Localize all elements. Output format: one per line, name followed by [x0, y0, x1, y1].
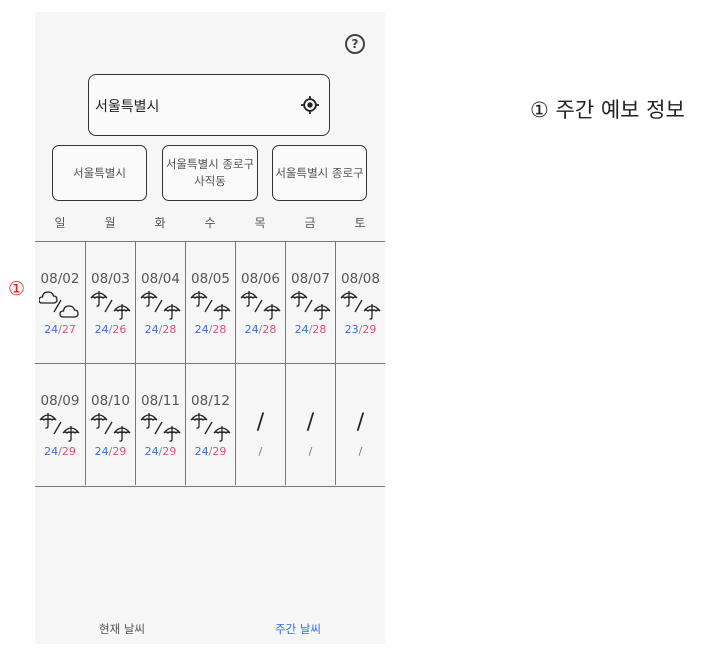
high-temp: 28: [312, 323, 327, 336]
forecast-day-cell: 08/04 24/28: [135, 242, 185, 363]
forecast-week-row: 08/09 24/29 08/10 24/29 08/11 24/29 08/12 24/29…: [35, 364, 385, 485]
forecast-temps: 24/28: [286, 323, 335, 336]
forecast-day-cell: 08/12 24/29: [185, 364, 235, 485]
low-temp: 24: [244, 323, 259, 336]
no-data-slash: /: [256, 410, 265, 435]
help-icon[interactable]: ?: [345, 34, 365, 54]
forecast-week-row: 08/02 24/27 08/03 24/26 08/04 24/28 08/05 24/28…: [35, 242, 385, 364]
annotation-label: ① 주간 예보 정보: [530, 98, 685, 122]
app-screen: ? 서울특별시 서울특별시 서울특별시 종로구 사직동 서울특별시 종로구 일 월…: [35, 12, 385, 644]
low-temp: 23: [344, 323, 359, 336]
forecast-day-cell: 08/07 24/28: [285, 242, 335, 363]
forecast-date: 08/11: [141, 393, 180, 409]
weekday-label: 목: [254, 216, 266, 230]
high-temp: 26: [112, 323, 127, 336]
recent-location-chip[interactable]: 서울특별시: [52, 145, 147, 201]
forecast-date: 08/05: [191, 271, 230, 287]
recent-location-chip[interactable]: 서울특별시 종로구 사직동: [162, 145, 258, 201]
weekday-label: 일: [54, 216, 66, 230]
umbrella-umbrella-icon: [290, 291, 331, 320]
forecast-date: 08/02: [40, 271, 80, 287]
tab-current-weather[interactable]: 현재 날씨: [99, 621, 145, 637]
high-temp: 29: [212, 445, 227, 458]
umbrella-umbrella-icon: [140, 291, 181, 320]
forecast-day-cell: 08/09 24/29: [35, 364, 85, 485]
forecast-temps: 24/28: [186, 323, 235, 336]
forecast-day-cell: / /: [335, 364, 385, 485]
low-temp: 24: [94, 445, 109, 458]
low-temp: 24: [44, 323, 59, 336]
forecast-day-cell: 08/03 24/26: [85, 242, 135, 363]
forecast-day-cell: / /: [235, 364, 285, 485]
umbrella-umbrella-icon: [90, 291, 131, 320]
current-location-icon[interactable]: [301, 96, 319, 114]
low-temp: 24: [144, 445, 159, 458]
no-data-temp: /: [258, 445, 263, 458]
forecast-temps: 24/29: [136, 445, 185, 458]
cloud-cloud-icon: [39, 291, 79, 318]
forecast-day-cell: 08/11 24/29: [135, 364, 185, 485]
forecast-date: 08/09: [40, 393, 80, 409]
forecast-date: 08/03: [91, 271, 130, 287]
low-temp: 24: [44, 445, 59, 458]
umbrella-umbrella-icon: [240, 291, 281, 320]
umbrella-umbrella-icon: [39, 413, 80, 442]
forecast-date: 08/06: [241, 271, 280, 287]
high-temp: 28: [212, 323, 227, 336]
forecast-temps: 24/27: [35, 323, 85, 336]
forecast-temps: 24/29: [186, 445, 235, 458]
forecast-day-cell: 08/05 24/28: [185, 242, 235, 363]
high-temp: 29: [112, 445, 127, 458]
annotation-marker: ①: [8, 278, 26, 300]
forecast-day-cell: 08/02 24/27: [35, 242, 85, 363]
high-temp: 28: [162, 323, 177, 336]
weekday-label: 화: [154, 216, 166, 230]
forecast-day-cell: 08/10 24/29: [85, 364, 135, 485]
no-data-slash: /: [356, 410, 365, 435]
location-search-box[interactable]: 서울특별시: [88, 74, 330, 136]
weekday-label: 월: [104, 216, 116, 230]
forecast-temps: 24/28: [136, 323, 185, 336]
forecast-temps: 24/29: [86, 445, 135, 458]
low-temp: 24: [194, 323, 209, 336]
low-temp: 24: [144, 323, 159, 336]
low-temp: 24: [194, 445, 209, 458]
weekday-label: 금: [304, 216, 316, 230]
recent-location-chip[interactable]: 서울특별시 종로구: [272, 145, 367, 201]
search-text: 서울특별시: [95, 99, 160, 115]
forecast-temps: 23/29: [336, 323, 385, 336]
forecast-temps: 24/26: [86, 323, 135, 336]
high-temp: 28: [262, 323, 277, 336]
no-data-temp: /: [308, 445, 313, 458]
umbrella-umbrella-icon: [190, 413, 231, 442]
umbrella-umbrella-icon: [190, 291, 231, 320]
forecast-day-cell: 08/08 23/29: [335, 242, 385, 363]
no-data-temp: /: [358, 445, 363, 458]
high-temp: 27: [61, 323, 76, 336]
forecast-date: 08/07: [291, 271, 330, 287]
umbrella-umbrella-icon: [340, 291, 381, 320]
forecast-date: 08/04: [141, 271, 180, 287]
weekly-forecast-grid: 08/02 24/27 08/03 24/26 08/04 24/28 08/05 24/28…: [35, 241, 385, 487]
high-temp: 29: [362, 323, 377, 336]
forecast-date: 08/12: [191, 393, 230, 409]
tab-weekly-weather[interactable]: 주간 날씨: [275, 621, 321, 637]
forecast-day-cell: / /: [285, 364, 335, 485]
low-temp: 24: [94, 323, 109, 336]
umbrella-umbrella-icon: [140, 413, 181, 442]
forecast-date: 08/08: [341, 271, 380, 287]
high-temp: 29: [162, 445, 177, 458]
forecast-temps: 24/28: [236, 323, 285, 336]
forecast-day-cell: 08/06 24/28: [235, 242, 285, 363]
forecast-temps: 24/29: [35, 445, 85, 458]
weekday-label: 토: [354, 216, 366, 230]
high-temp: 29: [61, 445, 76, 458]
forecast-date: 08/10: [91, 393, 130, 409]
umbrella-umbrella-icon: [90, 413, 131, 442]
low-temp: 24: [294, 323, 309, 336]
weekday-label: 수: [204, 216, 216, 230]
no-data-slash: /: [306, 410, 315, 435]
